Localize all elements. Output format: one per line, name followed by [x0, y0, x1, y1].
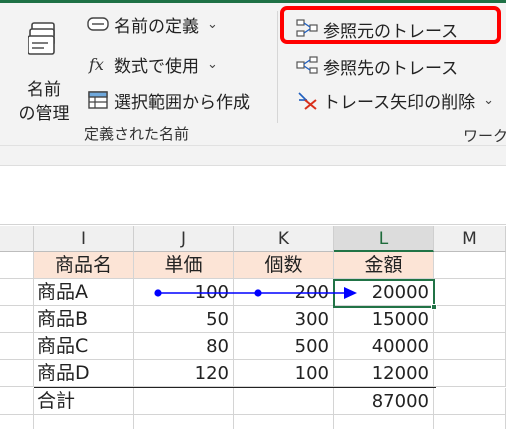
- use-in-formula-label: 数式で使用: [114, 56, 199, 77]
- cell-quantity[interactable]: 300: [234, 306, 334, 333]
- create-from-selection-label: 選択範囲から作成: [114, 92, 250, 113]
- cell-total-amount[interactable]: 87000: [334, 388, 434, 415]
- group-label-defined-names: 定義された名前: [84, 125, 190, 143]
- cell-header-amount[interactable]: 金額: [334, 252, 434, 279]
- ribbon-gap: [0, 145, 506, 165]
- cell-header-product[interactable]: 商品名: [34, 252, 134, 279]
- cell-amount[interactable]: 12000: [334, 360, 434, 387]
- cell[interactable]: [434, 306, 506, 333]
- cell[interactable]: [0, 333, 34, 360]
- cell[interactable]: [434, 388, 506, 415]
- cell-header-quantity[interactable]: 個数: [234, 252, 334, 279]
- cell-quantity[interactable]: 100: [234, 360, 334, 387]
- cell[interactable]: [0, 279, 34, 306]
- formula-area: [0, 165, 506, 225]
- cell-amount[interactable]: 40000: [334, 333, 434, 360]
- remove-arrows-label: トレース矢印の削除: [323, 92, 476, 113]
- group-label-workbook: ワーク: [463, 127, 506, 145]
- define-name-label: 名前の定義: [114, 16, 199, 37]
- cell[interactable]: [434, 279, 506, 306]
- column-header-j[interactable]: J: [134, 226, 234, 252]
- cell-product[interactable]: 商品C: [34, 333, 134, 360]
- column-header-k[interactable]: K: [234, 226, 334, 252]
- chevron-down-icon: ⌄: [483, 92, 495, 108]
- function-icon: fx: [88, 55, 104, 74]
- name-manager-icon: [28, 22, 55, 55]
- define-name-icon: [87, 17, 109, 31]
- chevron-down-icon: ⌄: [207, 16, 218, 32]
- highlight-box: [280, 6, 501, 44]
- cell-unit-price[interactable]: 100: [134, 279, 234, 306]
- cell-product[interactable]: 商品D: [34, 360, 134, 387]
- define-name-button[interactable]: 名前の定義 ⌄: [87, 10, 218, 38]
- cell[interactable]: [334, 415, 434, 429]
- name-manager-button[interactable]: 名前 の管理: [18, 13, 70, 124]
- trace-dependents-icon: [296, 56, 318, 74]
- cell-header-unit-price[interactable]: 単価: [134, 252, 234, 279]
- cell[interactable]: [0, 415, 34, 429]
- group-separator: [277, 11, 278, 123]
- cell[interactable]: [434, 360, 506, 387]
- cell-quantity[interactable]: [234, 388, 334, 415]
- cell-unit-price[interactable]: 120: [134, 360, 234, 387]
- column-header-i[interactable]: I: [34, 226, 134, 252]
- cell[interactable]: [0, 360, 34, 387]
- cell[interactable]: [0, 252, 34, 279]
- remove-arrows-button[interactable]: トレース矢印の削除 ⌄: [296, 86, 494, 114]
- column-header-left-edge[interactable]: [0, 226, 34, 252]
- cell-quantity[interactable]: 200: [234, 279, 334, 306]
- cell[interactable]: [34, 415, 134, 429]
- cell[interactable]: [434, 252, 506, 279]
- total-border-line: [34, 387, 436, 388]
- cell[interactable]: [434, 333, 506, 360]
- remove-arrows-icon: [298, 92, 317, 110]
- cell-unit-price[interactable]: 50: [134, 306, 234, 333]
- active-cell-border: [333, 279, 435, 308]
- column-header-m[interactable]: M: [434, 226, 506, 252]
- trace-dependents-button[interactable]: 参照先のトレース: [296, 52, 458, 80]
- cell[interactable]: [0, 388, 34, 415]
- cell[interactable]: [0, 306, 34, 333]
- cell[interactable]: [234, 415, 334, 429]
- trace-dependents-label: 参照先のトレース: [323, 58, 459, 79]
- cell-unit-price[interactable]: [134, 388, 234, 415]
- fill-handle[interactable]: [431, 304, 437, 310]
- name-manager-label-line1: 名前: [27, 80, 61, 100]
- svg-text:fx: fx: [88, 55, 104, 74]
- use-in-formula-button[interactable]: fx 数式で使用 ⌄: [87, 50, 218, 78]
- name-manager-label-line2: の管理: [18, 104, 70, 124]
- cell-product[interactable]: 商品B: [34, 306, 134, 333]
- cell-total-label[interactable]: 合計: [34, 388, 134, 415]
- cell-product[interactable]: 商品A: [34, 279, 134, 306]
- create-from-selection-icon: [88, 91, 108, 109]
- column-header-l[interactable]: L: [334, 226, 434, 252]
- create-from-selection-button[interactable]: 選択範囲から作成: [87, 86, 250, 114]
- cell-amount[interactable]: 15000: [334, 306, 434, 333]
- cell-unit-price[interactable]: 80: [134, 333, 234, 360]
- cell-quantity[interactable]: 500: [234, 333, 334, 360]
- cell[interactable]: [434, 415, 506, 429]
- cell[interactable]: [134, 415, 234, 429]
- chevron-down-icon: ⌄: [207, 56, 218, 72]
